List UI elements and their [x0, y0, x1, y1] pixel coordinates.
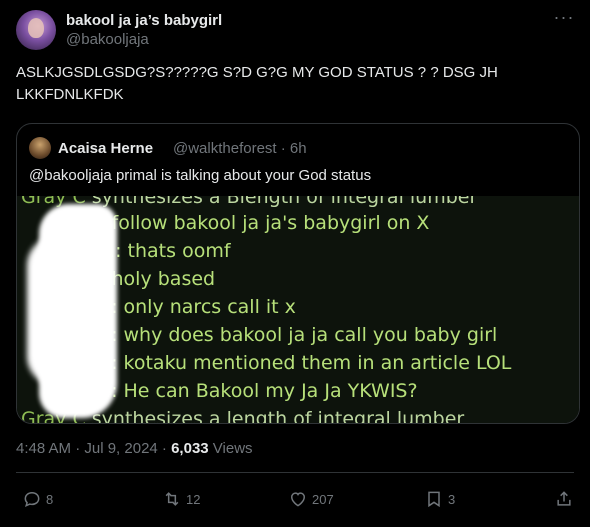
bookmark-count: 3	[448, 491, 456, 507]
reply-button[interactable]: 8	[22, 488, 53, 510]
tweet-header: bakool ja ja’s babygirl @bakooljaja ···	[16, 8, 578, 50]
quoted-tweet-text: @bakooljaja primal is talking about your…	[29, 167, 372, 184]
like-button[interactable]: 207	[288, 488, 334, 510]
like-count: 207	[312, 491, 334, 507]
share-button[interactable]	[554, 488, 578, 510]
quoted-author-name: Acaisa Herne	[58, 140, 154, 157]
chat-line: S.: thats oomf	[97, 240, 231, 262]
quoted-author-handle: @walktheforest · 6h	[173, 140, 307, 157]
author-avatar[interactable]	[16, 10, 56, 50]
repost-button[interactable]: 12	[162, 488, 200, 510]
quoted-tweet[interactable]: Acaisa Herne @walktheforest · 6h @bakool…	[16, 123, 580, 424]
repost-count: 12	[186, 491, 201, 507]
author-handle[interactable]: @bakooljaja	[66, 31, 149, 48]
bookmark-button[interactable]: 3	[424, 488, 455, 510]
author-name[interactable]: bakool ja ja’s babygirl	[66, 12, 222, 29]
views-count: 6,033	[171, 440, 209, 457]
share-icon	[557, 491, 571, 506]
views-label: Views	[208, 440, 253, 457]
timestamp[interactable]: 4:48 AM · Jul 9, 2024 ·	[16, 440, 171, 457]
action-bar: 8 12 207 3	[0, 484, 590, 514]
tweet-meta: 4:48 AM · Jul 9, 2024 · 6,033 Views	[16, 440, 253, 457]
tweet-text: ASLKJGSDLGSDG?S?????G S?D G?G MY GOD STA…	[16, 64, 498, 103]
chat-line: ..: kotaku mentioned them in an article …	[99, 352, 512, 374]
reply-icon	[24, 491, 40, 507]
chat-line: ..: He can Bakool my Ja Ja YKWIS?	[99, 380, 418, 402]
chat-line: ..: follow bakool ja ja's babygirl on X	[87, 212, 430, 234]
repost-icon	[165, 492, 179, 506]
quoted-screenshot-image[interactable]: Gray C synthesizes a Blength of integral…	[17, 196, 579, 423]
more-options-button[interactable]: ···	[550, 8, 578, 30]
reply-count: 8	[46, 491, 54, 507]
divider	[16, 472, 574, 473]
quoted-author-avatar	[29, 137, 51, 159]
chat-line: ..: why does bakool ja ja call you baby …	[99, 324, 498, 346]
like-icon	[290, 492, 306, 507]
chat-line: ..: only narcs call it x	[99, 296, 296, 318]
bookmark-icon	[428, 491, 440, 508]
redaction-scribble	[39, 204, 117, 418]
